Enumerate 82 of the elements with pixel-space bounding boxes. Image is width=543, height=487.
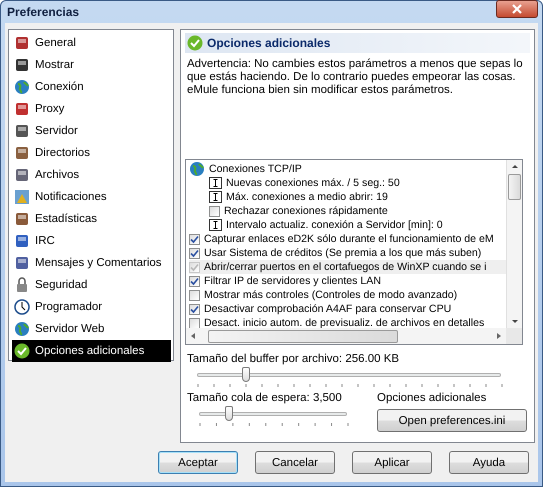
horizontal-scrollbar[interactable] xyxy=(186,328,506,344)
category-item[interactable]: Notificaciones xyxy=(12,186,171,208)
panel-title: Opciones adicionales xyxy=(207,36,330,50)
slider-thumb[interactable] xyxy=(224,406,233,421)
category-item[interactable]: Mensajes y Comentarios xyxy=(12,252,171,274)
warning-text: Advertencia: No cambies estos parámetros a menos que sepas lo que estás haciendo. De lo contrario puedes empeorar las cosas. eMule funciona bien sin modificar estos parámetros. xyxy=(187,58,524,97)
category-label: Directorios xyxy=(35,147,90,159)
text-cursor-icon xyxy=(209,191,222,203)
category-item[interactable]: Archivos xyxy=(12,164,171,186)
option-label: Desact. inicio autom. de previsualiz. de archivos en detalles xyxy=(204,317,484,328)
category-item[interactable]: Directorios xyxy=(12,142,171,164)
option-label: Nuevas conexiones máx. / 5 seg.: 50 xyxy=(226,177,400,189)
checkbox[interactable] xyxy=(189,248,200,258)
checkbox[interactable] xyxy=(189,290,200,300)
warning-icon xyxy=(14,189,30,205)
option-label: Usar Sistema de créditos (Se premia a los que más suben) xyxy=(204,247,482,259)
option-label: Abrir/cerrar puertos en el cortafuegos de WinXP cuando se i xyxy=(204,261,486,273)
check-circle-icon xyxy=(187,35,203,51)
checkbox[interactable] xyxy=(189,304,200,314)
queue-size-label: Tamaño cola de espera: 3,500 xyxy=(187,392,342,404)
globe-icon xyxy=(14,79,30,95)
category-label: Mostrar xyxy=(35,59,74,71)
category-item[interactable]: Programador xyxy=(12,296,171,318)
option-label: Intervalo actualiz. conexión a Servidor [min]: 0 xyxy=(226,219,443,231)
close-icon xyxy=(511,4,523,14)
category-label: Mensajes y Comentarios xyxy=(35,257,162,269)
category-label: IRC xyxy=(35,235,55,247)
buffer-size-label: Tamaño del buffer por archivo: 256.00 KB xyxy=(187,353,400,365)
option-label: Desactivar comprobación A4AF para conservar CPU xyxy=(204,303,452,315)
open-ini-button[interactable]: Open preferences.ini xyxy=(377,409,527,432)
slider[interactable] xyxy=(197,367,501,383)
category-label: Archivos xyxy=(35,169,80,181)
category-item[interactable]: Opciones adicionales xyxy=(12,340,171,362)
slider[interactable] xyxy=(199,406,347,422)
category-item[interactable]: Servidor xyxy=(12,120,171,142)
category-label: Opciones adicionales xyxy=(35,345,144,357)
category-item[interactable]: General xyxy=(12,32,171,54)
vertical-scrollbar[interactable] xyxy=(506,160,522,328)
checkbox[interactable] xyxy=(189,318,200,328)
category-label: Programador xyxy=(35,301,102,313)
category-label: Conexión xyxy=(35,81,84,93)
category-label: Servidor Web xyxy=(35,323,104,335)
scrollbar-corner xyxy=(506,328,522,344)
dialog-button[interactable]: Ayuda xyxy=(449,451,529,474)
category-item[interactable]: Seguridad xyxy=(12,274,171,296)
category-label: Notificaciones xyxy=(35,191,107,203)
globe-icon xyxy=(14,321,30,337)
option-label: Máx. conexiones a medio abrir: 19 xyxy=(226,191,388,203)
close-button[interactable] xyxy=(496,0,538,18)
text-cursor-icon xyxy=(209,219,222,231)
dialog-button[interactable]: Aceptar xyxy=(158,451,238,474)
checkbox[interactable] xyxy=(189,234,200,244)
window-title: Preferencias xyxy=(6,5,80,19)
clock-icon xyxy=(14,299,30,315)
checkbox[interactable] xyxy=(189,276,200,286)
category-item[interactable]: Conexión xyxy=(12,76,171,98)
category-label: Estadísticas xyxy=(35,213,97,225)
category-label: General xyxy=(35,37,76,49)
category-item[interactable]: Estadísticas xyxy=(12,208,171,230)
option-label: Mostrar más controles (Controles de modo avanzado) xyxy=(204,289,458,301)
text-cursor-icon xyxy=(209,177,222,189)
category-item[interactable]: Mostrar xyxy=(12,54,171,76)
category-label: Seguridad xyxy=(35,279,88,291)
scroll-thumb[interactable] xyxy=(508,174,521,200)
category-label: Proxy xyxy=(35,103,64,115)
option-label: Capturar enlaces eD2K sólo durante el funcionamiento de eM xyxy=(204,233,494,245)
dialog-button[interactable]: Cancelar xyxy=(255,451,335,474)
dialog-button[interactable]: Aplicar xyxy=(352,451,432,474)
checkbox[interactable] xyxy=(209,206,220,216)
option-label: Rechazar conexiones rápidamente xyxy=(224,205,388,217)
extra-options-label: Opciones adicionales xyxy=(377,392,488,404)
category-item[interactable]: IRC xyxy=(12,230,171,252)
category-label: Servidor xyxy=(35,125,78,137)
option-label: Conexiones TCP/IP xyxy=(209,163,302,175)
padlock-icon xyxy=(14,277,30,293)
globe-icon xyxy=(189,161,205,177)
category-item[interactable]: Proxy xyxy=(12,98,171,120)
scroll-thumb[interactable] xyxy=(208,330,398,342)
check-circle-icon xyxy=(14,343,30,359)
option-label: Filtrar IP de servidores y clientes LAN xyxy=(204,275,382,287)
category-item[interactable]: Servidor Web xyxy=(12,318,171,340)
slider-thumb[interactable] xyxy=(242,367,250,382)
